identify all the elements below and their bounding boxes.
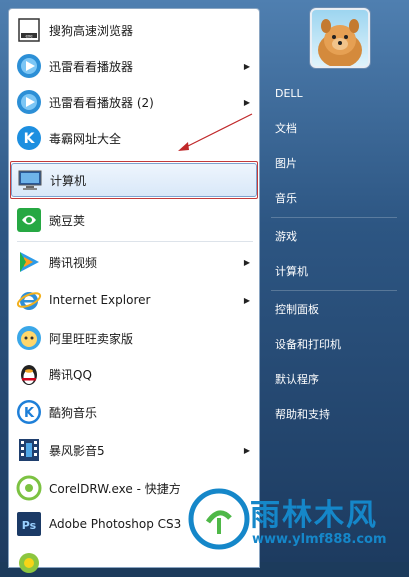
places-item-help-support[interactable]: 帮助和支持 <box>271 399 401 429</box>
watermark: 雨林木风 www.ylmf888.com <box>188 488 408 560</box>
places-label: 控制面板 <box>275 303 319 316</box>
separator <box>271 290 397 291</box>
places-label: 帮助和支持 <box>275 408 330 421</box>
places-item-pictures[interactable]: 图片 <box>271 148 401 178</box>
places-label: 计算机 <box>275 265 308 278</box>
places-item-dell[interactable]: DELL <box>271 78 401 108</box>
places-label: 游戏 <box>275 230 297 243</box>
watermark-text: 雨林木风 <box>250 498 378 533</box>
start-menu: exe 搜狗高速浏览器 迅雷看看播放器 ▶ 迅雷看看播放器 (2) ▶ K 毒霸… <box>0 0 409 573</box>
places-panel: DELL 文档 图片 音乐 游戏 计算机 控制面板 设备和打印机 默认程序 帮助… <box>261 0 409 562</box>
places-item-documents[interactable]: 文档 <box>271 113 401 143</box>
watermark-url: www.ylmf888.com <box>252 532 387 547</box>
places-item-computer[interactable]: 计算机 <box>271 256 401 286</box>
places-item-music[interactable]: 音乐 <box>271 183 401 213</box>
user-avatar[interactable] <box>310 8 370 68</box>
places-label: 设备和打印机 <box>275 338 341 351</box>
separator <box>271 217 397 218</box>
places-label: DELL <box>275 86 303 100</box>
places-item-default-programs[interactable]: 默认程序 <box>271 364 401 394</box>
places-label: 图片 <box>275 157 297 170</box>
places-label: 文档 <box>275 122 297 135</box>
places-item-control-panel[interactable]: 控制面板 <box>271 294 401 324</box>
places-label: 默认程序 <box>275 373 319 386</box>
places-label: 音乐 <box>275 192 297 205</box>
places-item-games[interactable]: 游戏 <box>271 221 401 251</box>
places-item-devices-printers[interactable]: 设备和打印机 <box>271 329 401 359</box>
watermark-logo-icon <box>188 488 250 550</box>
